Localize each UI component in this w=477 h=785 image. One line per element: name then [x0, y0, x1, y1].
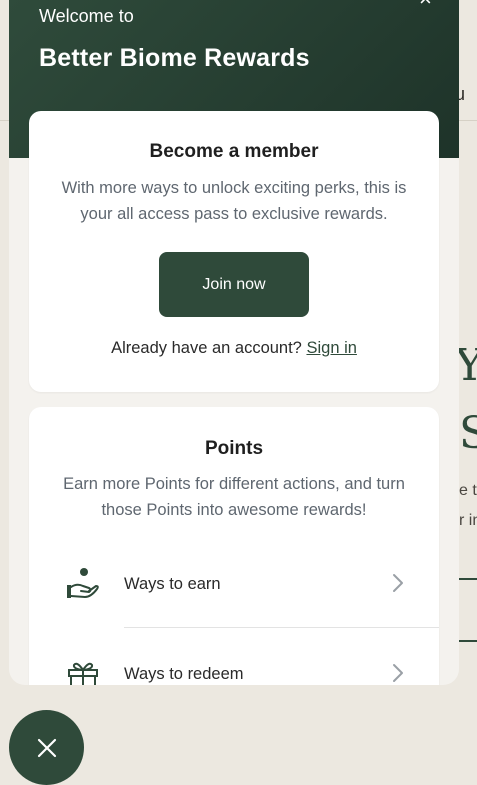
background-underline-2	[459, 640, 477, 642]
ways-to-redeem-label: Ways to redeem	[124, 665, 244, 683]
member-card: Become a member With more ways to unlock…	[29, 111, 439, 392]
signin-prompt: Already have an account?	[111, 339, 302, 357]
background-heading-fragment-2: S	[459, 408, 477, 459]
panel-close-button[interactable]: ×	[419, 0, 432, 10]
rewards-panel: Welcome to Better Biome Rewards × Become…	[9, 0, 459, 685]
background-text-fragment-2: r in	[459, 512, 477, 529]
signin-link[interactable]: Sign in	[306, 339, 356, 357]
welcome-text: Welcome to	[39, 6, 134, 26]
points-card-title: Points	[204, 438, 264, 459]
points-card-description: Earn more Points for different actions, …	[63, 475, 405, 519]
row-divider	[124, 627, 439, 628]
join-now-button[interactable]: Join now	[159, 252, 309, 317]
close-icon	[37, 738, 56, 757]
background-text-fragment-1: e t	[459, 482, 477, 499]
background-underline-1	[459, 578, 477, 580]
ways-to-earn-row[interactable]: Ways to earn	[29, 559, 439, 619]
hand-coin-icon	[67, 568, 99, 598]
chevron-right-icon	[393, 574, 403, 592]
ways-to-redeem-row[interactable]: Ways to redeem	[29, 649, 439, 685]
ways-to-earn-label: Ways to earn	[124, 575, 221, 593]
signin-row: Already have an account? Sign in	[29, 339, 439, 358]
gift-icon	[68, 662, 98, 685]
points-card: Points Earn more Points for different ac…	[29, 407, 439, 685]
brand-title: Better Biome Rewards	[39, 44, 310, 72]
member-card-title: Become a member	[149, 141, 319, 162]
rewards-launcher-close-button[interactable]	[9, 710, 84, 785]
chevron-right-icon	[393, 664, 403, 682]
member-card-description: With more ways to unlock exciting perks,…	[61, 179, 407, 223]
